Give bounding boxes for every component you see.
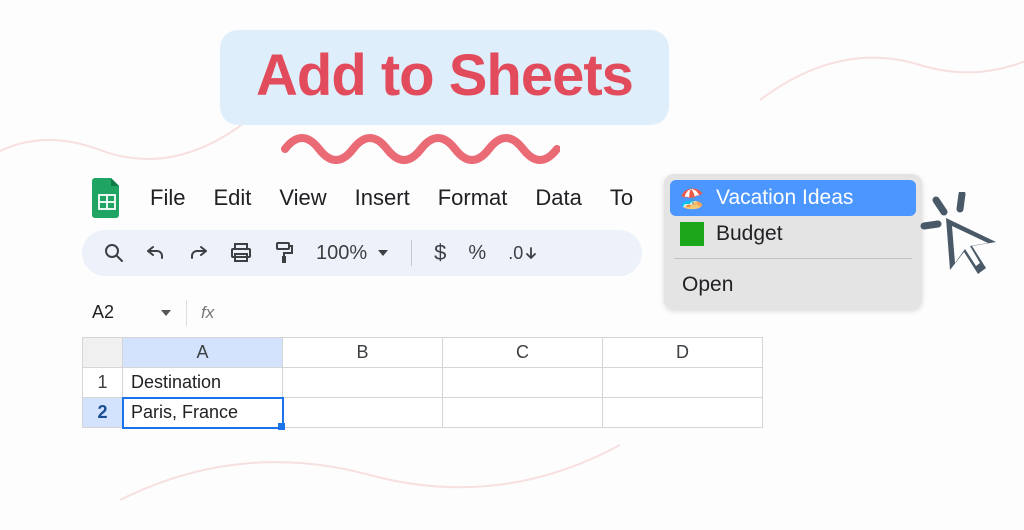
popup-open-label: Open — [682, 273, 733, 296]
popup-item-label: Budget — [716, 222, 783, 246]
context-popup: 🏖️ Vacation Ideas Budget Open — [664, 174, 922, 309]
popup-separator — [674, 258, 912, 259]
menu-format[interactable]: Format — [438, 185, 508, 211]
cell-b1[interactable] — [283, 368, 443, 398]
row-header-2[interactable]: 2 — [83, 398, 123, 428]
popup-item-label: Vacation Ideas — [716, 186, 853, 210]
toolbar-separator — [411, 240, 412, 266]
title-text: Add to Sheets — [256, 42, 633, 109]
menu-tools[interactable]: To — [610, 185, 633, 211]
menu-file[interactable]: File — [150, 185, 185, 211]
search-icon[interactable] — [104, 243, 124, 263]
cell-c2[interactable] — [443, 398, 603, 428]
popup-item-vacation[interactable]: 🏖️ Vacation Ideas — [670, 180, 916, 216]
green-square-icon — [680, 222, 704, 246]
cell-a1[interactable]: Destination — [123, 368, 283, 398]
cell-d1[interactable] — [603, 368, 763, 398]
menu-edit[interactable]: Edit — [213, 185, 251, 211]
cell-a2[interactable]: Paris, France — [123, 398, 283, 428]
caret-down-icon — [160, 308, 172, 318]
toolbar: 100% $ % .0 — [82, 230, 642, 276]
click-cursor-icon — [918, 192, 1008, 287]
fx-label: fx — [201, 303, 214, 323]
spreadsheet-grid[interactable]: A B C D 1 Destination 2 Paris, France — [82, 337, 763, 428]
undo-icon[interactable] — [146, 243, 166, 263]
menu-view[interactable]: View — [279, 185, 326, 211]
zoom-value: 100% — [316, 242, 367, 265]
sheets-logo-icon — [92, 178, 122, 218]
select-all-corner[interactable] — [83, 338, 123, 368]
popup-open[interactable]: Open — [670, 265, 916, 303]
caret-down-icon — [377, 248, 389, 258]
col-header-a[interactable]: A — [123, 338, 283, 368]
cell-d2[interactable] — [603, 398, 763, 428]
print-icon[interactable] — [230, 243, 252, 263]
cell-c1[interactable] — [443, 368, 603, 398]
separator — [186, 300, 187, 326]
menu-insert[interactable]: Insert — [355, 185, 410, 211]
beach-umbrella-icon: 🏖️ — [680, 186, 704, 210]
cell-reference: A2 — [92, 302, 114, 323]
zoom-dropdown[interactable]: 100% — [316, 242, 389, 265]
squiggle-underline — [280, 124, 560, 164]
paint-format-icon[interactable] — [274, 242, 294, 264]
col-header-c[interactable]: C — [443, 338, 603, 368]
redo-icon[interactable] — [188, 243, 208, 263]
title-pill: Add to Sheets — [220, 30, 669, 125]
row-header-1[interactable]: 1 — [83, 368, 123, 398]
menu-data[interactable]: Data — [535, 185, 581, 211]
percent-button[interactable]: % — [468, 242, 486, 265]
popup-item-budget[interactable]: Budget — [670, 216, 916, 252]
col-header-d[interactable]: D — [603, 338, 763, 368]
name-box[interactable]: A2 — [82, 296, 182, 329]
currency-button[interactable]: $ — [434, 240, 446, 266]
col-header-b[interactable]: B — [283, 338, 443, 368]
cell-b2[interactable] — [283, 398, 443, 428]
decrease-decimal-icon[interactable]: .0 — [508, 243, 537, 264]
